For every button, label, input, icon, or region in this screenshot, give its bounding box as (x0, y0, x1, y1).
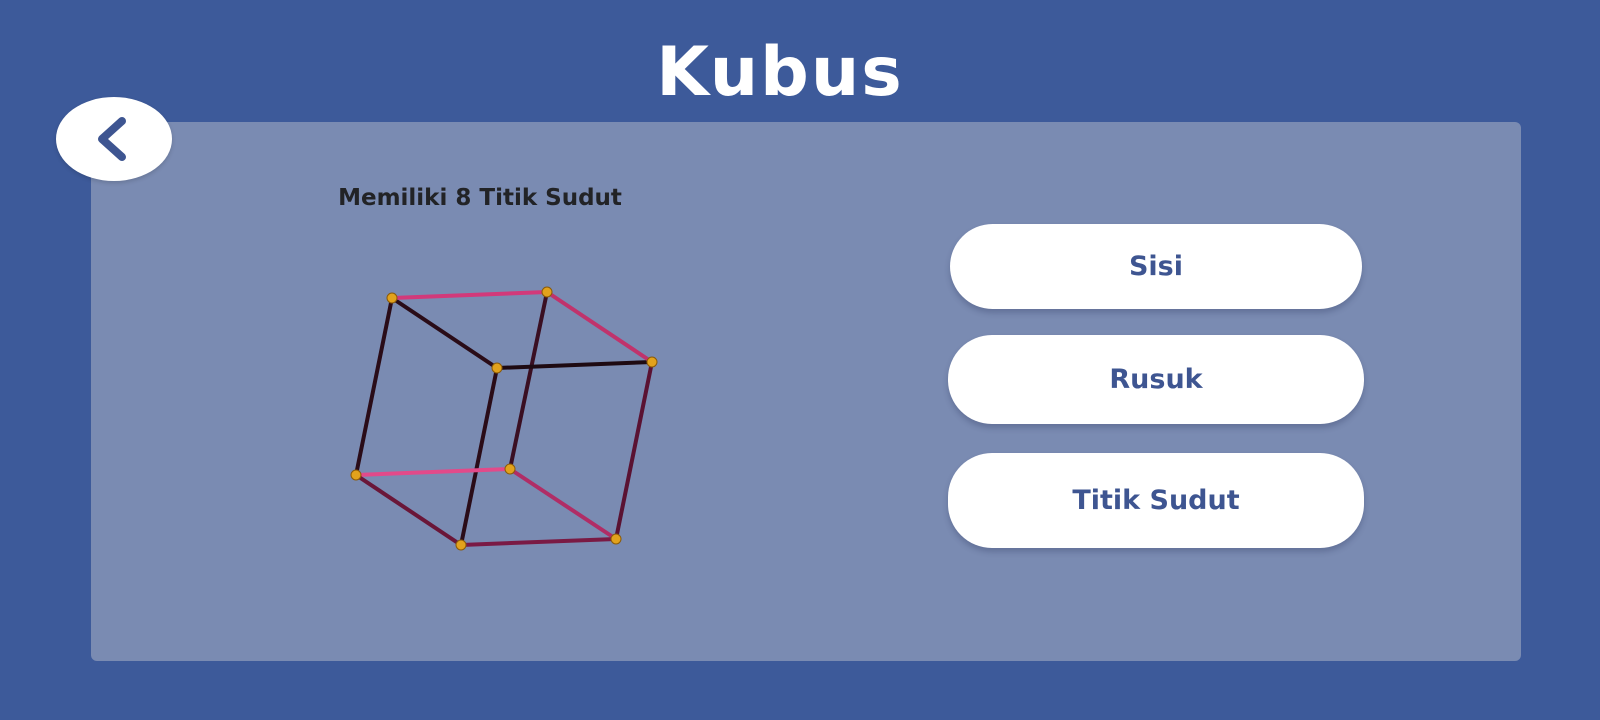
cube-vertex (541, 286, 553, 298)
cube-edge (391, 290, 548, 300)
cube-vertex (491, 362, 503, 374)
cube-vertex (646, 356, 658, 368)
cube-edge (508, 291, 549, 470)
cube-edge (545, 290, 654, 364)
titik-sudut-button[interactable]: Titik Sudut (948, 453, 1364, 548)
cube-edge (459, 367, 499, 546)
cube-figure (350, 286, 658, 551)
page-title: Kubus (656, 33, 904, 112)
rusuk-button[interactable]: Rusuk (948, 335, 1364, 424)
cube-edge (614, 361, 654, 540)
cube-edge (354, 473, 463, 547)
vertex-caption: Memiliki 8 Titik Sudut (338, 185, 622, 211)
cube-edge (354, 297, 394, 476)
cube-edge (390, 296, 499, 370)
cube-vertex (350, 469, 362, 481)
cube-vertex (610, 533, 622, 545)
cube-edge (496, 360, 653, 370)
sisi-button[interactable]: Sisi (950, 224, 1362, 309)
cube-vertex (455, 539, 467, 551)
cube-edge (460, 537, 617, 547)
cube-edge (355, 467, 511, 477)
cube-vertex (504, 463, 516, 475)
chevron-left-icon (98, 117, 126, 161)
cube-edge (508, 467, 618, 541)
cube-vertex (386, 292, 398, 304)
back-button[interactable] (56, 97, 172, 181)
